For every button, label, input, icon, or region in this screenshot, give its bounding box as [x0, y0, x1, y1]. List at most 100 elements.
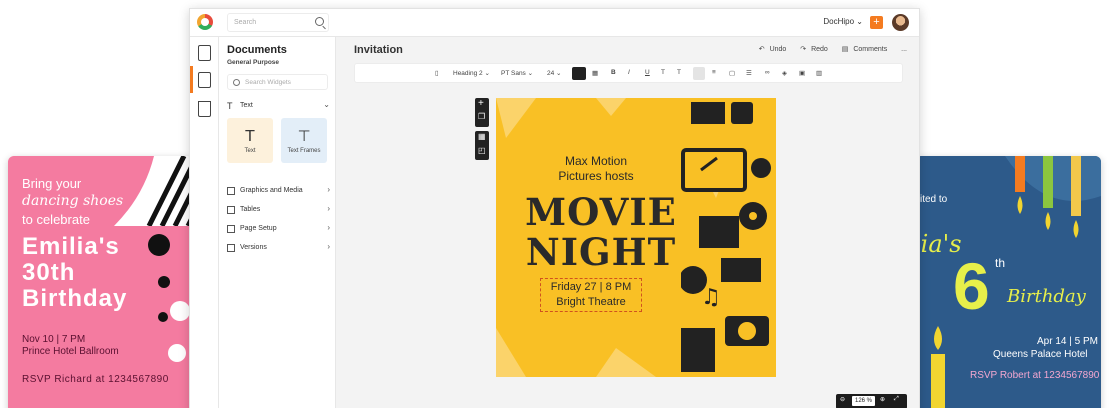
left-card-line1: Bring your [22, 176, 82, 191]
chevron-right-icon: › [327, 242, 330, 251]
chevron-right-icon: › [327, 223, 330, 232]
list-icon[interactable]: ☰ [746, 69, 752, 77]
editor-window: Search DocHipo ⌄ + Documents General Pur… [189, 8, 920, 408]
highlight-icon[interactable]: ▦ [592, 69, 598, 77]
widget-text[interactable]: T Text [227, 118, 273, 163]
font-select[interactable]: PT Sans ⌄ [501, 69, 533, 77]
new-document-icon[interactable] [198, 45, 211, 61]
more-button[interactable]: ... [901, 46, 907, 53]
section-label: Versions [240, 244, 267, 251]
app-logo[interactable] [197, 14, 213, 30]
text-style-value: Heading 2 [453, 70, 483, 77]
left-card-occasion: Birthday [22, 285, 128, 312]
create-button[interactable]: + [870, 16, 883, 29]
widget-search-input[interactable]: Search Widgets [227, 74, 328, 90]
clipboard-icon[interactable]: ▯ [435, 69, 439, 77]
right-card-suffix: th [995, 256, 1006, 270]
strikethrough-icon[interactable]: T [661, 69, 665, 76]
delete-icon[interactable]: ▥ [816, 69, 822, 77]
poster-title-line2[interactable]: NIGHT [516, 230, 686, 274]
font-size-select[interactable]: 24 ⌄ [547, 69, 562, 77]
undo-icon[interactable]: ↶ [759, 46, 765, 53]
dot-decoration [148, 234, 170, 256]
section-tables[interactable]: Tables › [227, 204, 330, 219]
svg-text:♫: ♫ [701, 285, 721, 310]
page-icon [227, 225, 235, 233]
left-card-date: Nov 10 | 7 PM [22, 334, 86, 345]
page-layout-button[interactable]: ▦ ◰ [475, 131, 489, 160]
dot-decoration [158, 312, 168, 322]
page-title[interactable]: Invitation [354, 44, 403, 56]
zoom-control: ⊖ 126 % ⊕ ⤢ [836, 394, 907, 408]
widget-text-label: Text [244, 148, 256, 154]
left-invitation-template[interactable]: Bring your dancing shoes to celebrate Em… [8, 156, 194, 408]
left-rail [190, 37, 219, 408]
left-card-rsvp: RSVP Richard at 1234567890 [22, 374, 169, 385]
line-height-icon[interactable]: ≡ [712, 69, 716, 76]
poster-title-line1[interactable]: MOVIE [516, 190, 686, 234]
workspace: Invitation ↶ Undo ↷ Redo ▤ Comments ... … [336, 37, 919, 408]
search-input[interactable]: Search [227, 13, 329, 32]
panel-title: Documents [227, 44, 287, 56]
section-label: Graphics and Media [240, 187, 303, 194]
right-card-rsvp: RSVP Robert at 1234567890 [970, 370, 1100, 381]
redo-icon[interactable]: ↷ [800, 46, 806, 53]
lock-icon[interactable]: ▣ [799, 69, 805, 77]
top-bar: Search DocHipo ⌄ + [190, 9, 919, 37]
documents-icon[interactable] [198, 72, 211, 88]
chevron-right-icon: › [327, 204, 330, 213]
section-label: Tables [240, 206, 261, 213]
trash-icon[interactable] [198, 101, 211, 117]
align-center-icon[interactable] [693, 67, 705, 80]
text-style-select[interactable]: Heading 2 ⌄ [453, 69, 490, 77]
invitation-canvas[interactable]: ♫ Max Motion Pictures hosts MOVIE NIGHT … [496, 98, 776, 377]
search-icon [233, 79, 240, 86]
chevron-down-icon: ⌄ [323, 100, 330, 109]
text-frame-icon: ⊤ [297, 127, 311, 145]
font-value: PT Sans [501, 70, 526, 77]
zoom-out-icon[interactable]: ⊖ [840, 396, 845, 403]
right-invitation-template[interactable]: vited to lia's 6 th Birthday Apr 14 | 5 … [915, 156, 1101, 408]
candle-decoration [931, 326, 945, 408]
left-card-name: Emilia's 30th Birthday [22, 234, 127, 312]
format-toolbar: ▯ Heading 2 ⌄ PT Sans ⌄ 24 ⌄ ▦ B I U T T… [354, 63, 903, 83]
bold-icon[interactable]: B [611, 69, 616, 76]
avatar[interactable] [892, 14, 909, 31]
section-text-label: Text [240, 102, 253, 109]
resize-icon: ◰ [478, 146, 486, 155]
link-icon[interactable]: ∞ [765, 69, 770, 76]
poster-place[interactable]: Bright Theatre [540, 296, 642, 308]
candles-decoration [1005, 156, 1101, 238]
section-versions[interactable]: Versions › [227, 242, 330, 257]
text-color-icon[interactable] [572, 67, 586, 80]
underline-icon[interactable]: U [645, 69, 650, 76]
section-text[interactable]: T Text ⌄ [227, 100, 330, 115]
search-placeholder: Search [234, 19, 257, 26]
zoom-in-icon[interactable]: ⊕ [880, 396, 885, 403]
left-card-age: 30th [22, 259, 76, 286]
undo-button[interactable]: Undo [770, 46, 787, 53]
right-card-date: Apr 14 | 5 PM [1037, 336, 1098, 347]
zoom-level[interactable]: 126 % [852, 396, 875, 406]
chevron-right-icon: › [327, 185, 330, 194]
font-size-value: 24 [547, 70, 555, 77]
section-graphics-and-media[interactable]: Graphics and Media › [227, 185, 330, 200]
section-page-setup[interactable]: Page Setup › [227, 223, 330, 238]
dot-decoration [158, 276, 170, 288]
layers-icon[interactable]: ◈ [782, 69, 787, 77]
account-menu[interactable]: DocHipo ⌄ [823, 17, 863, 26]
comments-button[interactable]: Comments [853, 46, 887, 53]
superscript-icon[interactable]: T [677, 69, 681, 76]
text-box-icon[interactable]: ▢ [729, 69, 735, 77]
comments-icon[interactable]: ▤ [842, 46, 849, 53]
poster-host-line2[interactable]: Pictures hosts [536, 169, 656, 183]
redo-button[interactable]: Redo [811, 46, 828, 53]
add-page-button[interactable]: + ❐ [475, 98, 489, 127]
search-icon[interactable] [315, 17, 324, 26]
fullscreen-icon[interactable]: ⤢ [894, 396, 899, 403]
widget-text-frames[interactable]: ⊤ Text Frames [281, 118, 327, 163]
italic-icon[interactable]: I [628, 69, 630, 76]
poster-host-line1[interactable]: Max Motion [536, 154, 656, 168]
dot-decoration [168, 344, 186, 362]
poster-date[interactable]: Friday 27 | 8 PM [540, 281, 642, 293]
